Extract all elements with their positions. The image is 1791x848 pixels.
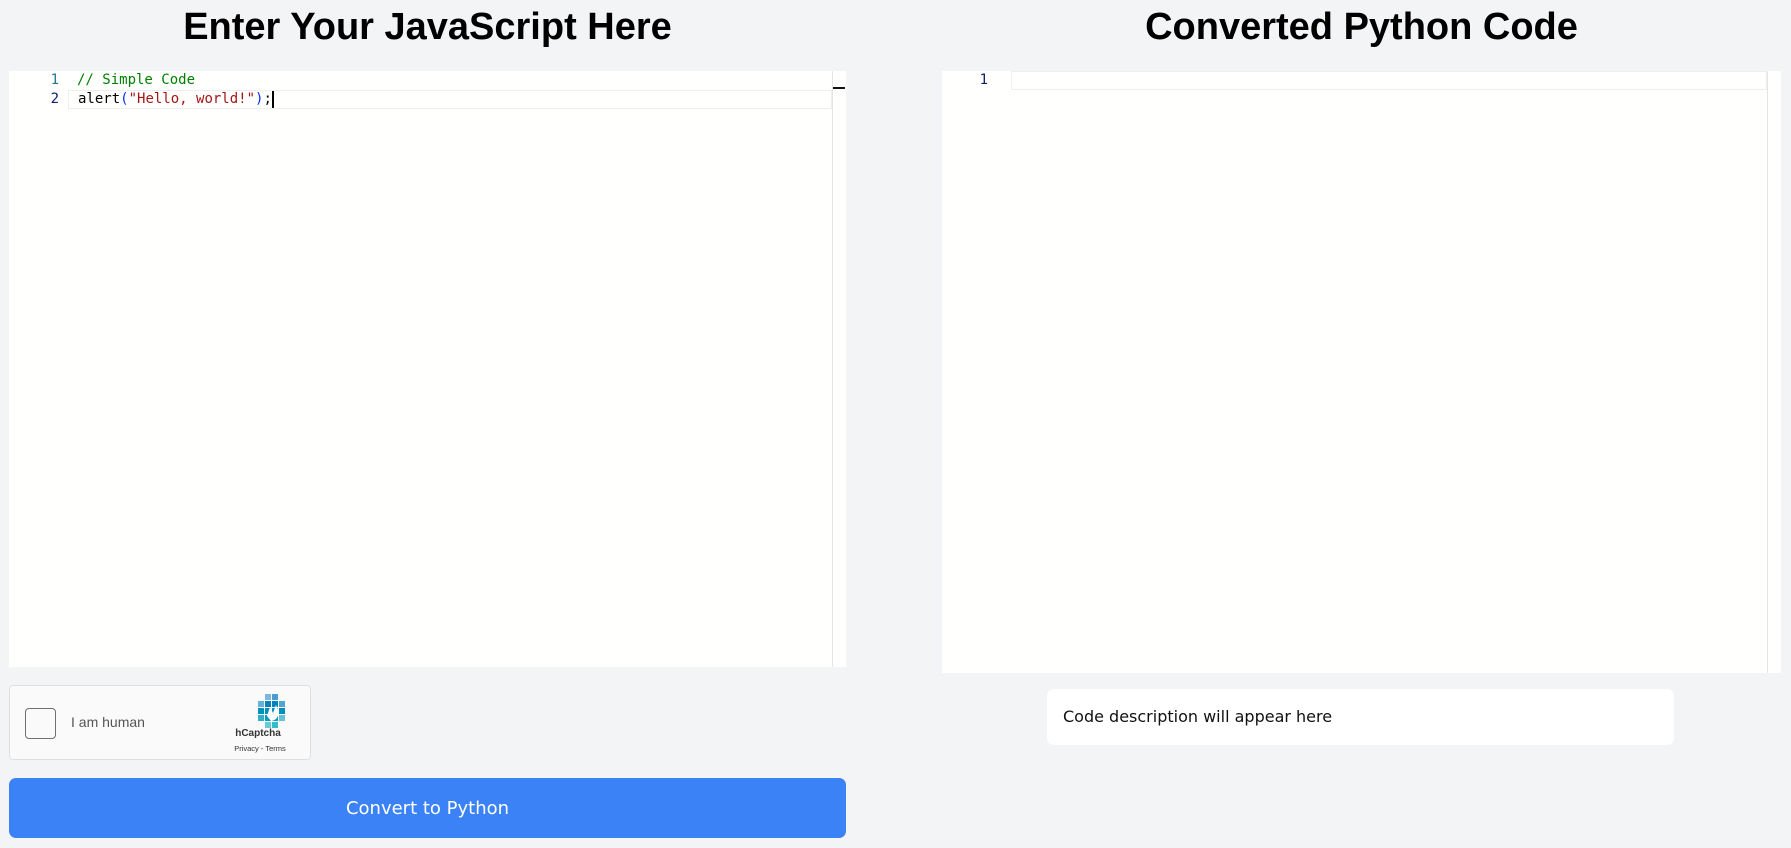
code-comment: // Simple Code: [77, 72, 196, 88]
javascript-input-column: Enter Your JavaScript Here 1 2 // Simple…: [9, 0, 846, 838]
captcha-checkbox[interactable]: [25, 708, 56, 739]
python-output-editor[interactable]: 1: [942, 71, 1781, 673]
code-line-current[interactable]: alert("Hello, world!");: [68, 90, 832, 109]
line-number: 1: [50, 72, 59, 88]
output-code-lines[interactable]: [1011, 71, 1767, 90]
code-paren-open: (: [120, 91, 129, 107]
captcha-privacy-terms-links[interactable]: Privacy - Terms: [218, 744, 302, 753]
line-number-active: 1: [979, 72, 988, 88]
hcaptcha-logo-icon: [258, 694, 285, 728]
line-number-gutter: 1 2: [9, 71, 67, 667]
python-output-column: Converted Python Code 1 Code description…: [942, 0, 1781, 745]
code-semicolon: ;: [263, 91, 272, 107]
code-line[interactable]: // Simple Code: [68, 71, 832, 90]
javascript-editor[interactable]: 1 2 // Simple Code alert("Hello, world!"…: [9, 71, 846, 667]
scrollbar-cursor-marker: [833, 87, 845, 89]
editor-scrollbar[interactable]: [1767, 71, 1781, 673]
code-function: alert: [78, 91, 121, 107]
captcha-brand: hCaptcha: [235, 728, 281, 739]
code-line-current[interactable]: [1011, 71, 1767, 90]
code-lines[interactable]: // Simple Code alert("Hello, world!");: [68, 71, 832, 109]
text-cursor: [271, 91, 274, 108]
code-string: "Hello, world!": [128, 91, 256, 107]
line-number-active: 2: [50, 91, 59, 107]
line-number-gutter: 1: [942, 71, 1000, 673]
code-description: Code description will appear here: [1047, 689, 1674, 745]
hcaptcha-widget: I am human hCaptcha Privacy - Terms: [9, 685, 311, 760]
output-title: Converted Python Code: [1145, 6, 1578, 48]
input-title: Enter Your JavaScript Here: [183, 6, 672, 48]
editor-scrollbar[interactable]: [832, 71, 846, 667]
convert-to-python-button[interactable]: Convert to Python: [9, 778, 846, 838]
captcha-label: I am human: [71, 714, 145, 730]
